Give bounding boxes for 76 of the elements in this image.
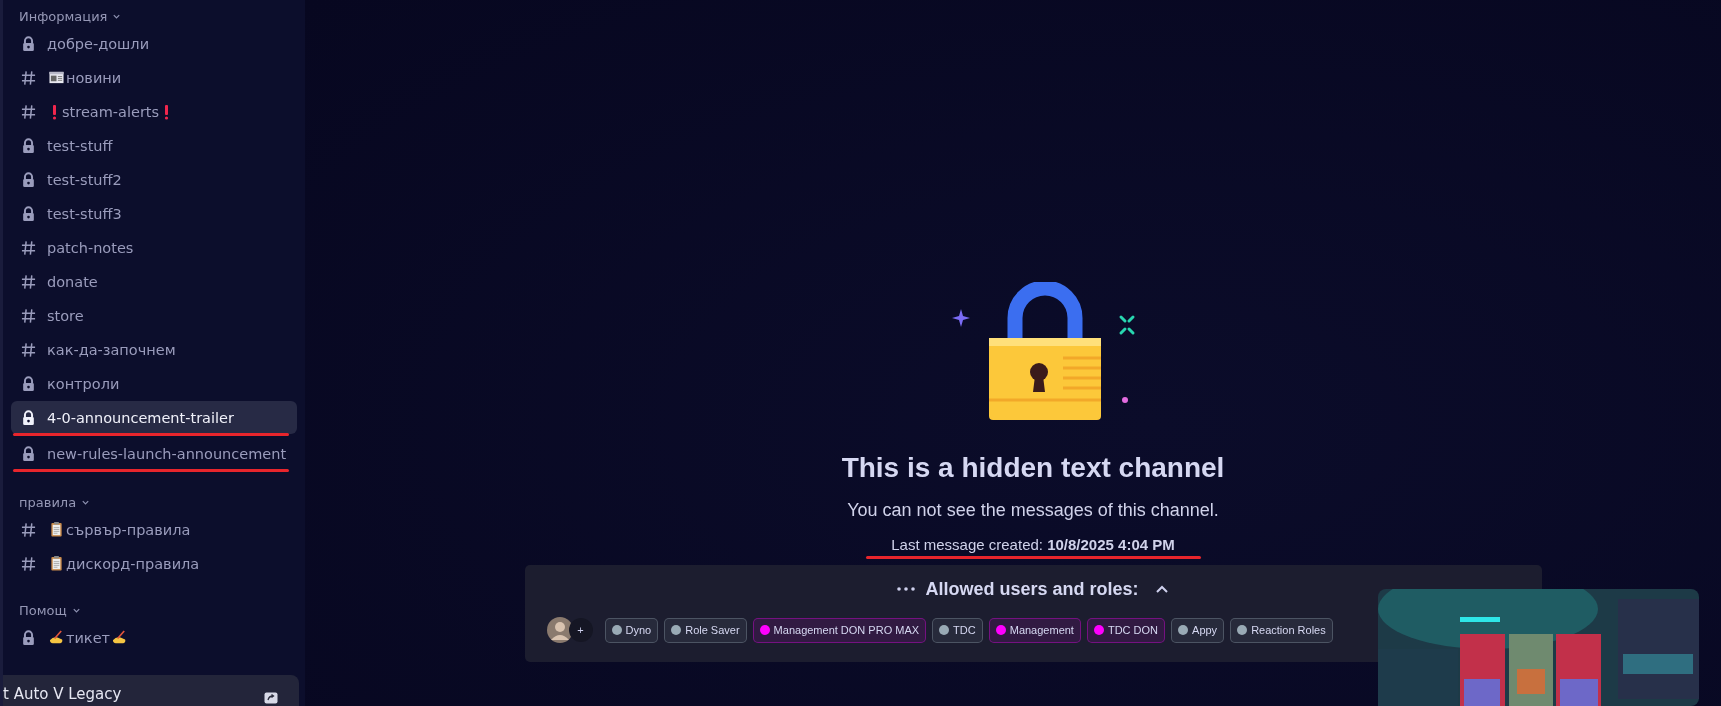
channel-name: stream-alerts [62, 103, 160, 120]
role-tag[interactable]: Role Saver [664, 617, 747, 643]
category-title[interactable]: Помощ [19, 602, 67, 618]
hash-icon [21, 239, 36, 256]
role-tag[interactable]: Management [988, 617, 1081, 643]
hidden-channel-title: This is a hidden text channel [841, 452, 1225, 484]
more-icon [897, 587, 916, 591]
category-title[interactable]: Информация [19, 8, 108, 24]
hidden-channel-subtitle: You can not see the messages of this channel. [847, 500, 1219, 521]
exclamation-icon [52, 103, 57, 120]
channel-item[interactable]: test-stuff [11, 129, 297, 162]
channel-item[interactable]: как-да-започнем [11, 333, 297, 366]
channel-name: новини [66, 69, 122, 86]
role-tag[interactable]: Dyno [604, 617, 659, 643]
chevron-icon[interactable] [1154, 584, 1169, 594]
last-message-info: Last message created: 10/8/2025 4:04 PM [891, 536, 1175, 553]
channel-name: store [47, 307, 84, 324]
hash-icon [21, 69, 36, 86]
channel-name: контроли [47, 375, 120, 392]
channel-name: тикет [66, 629, 110, 646]
clipboard-icon [49, 556, 64, 571]
channel-name: test-stuff2 [47, 171, 122, 188]
share-icon[interactable] [263, 692, 279, 704]
user-avatar[interactable] [546, 617, 573, 643]
channel-item[interactable]: 4-0-announcement-trailer [11, 401, 297, 434]
channel-name: дискорд-правила [66, 555, 200, 572]
channel-name: test-stuff [47, 137, 113, 154]
writing-hand-icon [112, 630, 127, 645]
hash-icon [21, 273, 36, 290]
channel-item[interactable]: test-stuff2 [11, 163, 297, 196]
hash-icon [21, 103, 36, 120]
channel-item[interactable]: добре-дошли [11, 27, 297, 60]
channel-name: сървър-правила [66, 521, 191, 538]
hash-icon [21, 521, 36, 538]
exclamation-icon [164, 103, 170, 120]
channel-item[interactable]: store [11, 299, 297, 332]
channel-item[interactable]: контроли [11, 367, 297, 400]
channel-name: test-stuff3 [47, 205, 122, 222]
channel-name: как-да-започнем [47, 341, 176, 358]
allowed-title: Allowed users and roles: [925, 578, 1139, 600]
channel-name: donate [47, 273, 98, 290]
role-tag[interactable]: TDC DON [1086, 617, 1166, 643]
role-tag[interactable]: TDC [932, 617, 983, 643]
channel-name: new-rules-launch-announcement [47, 445, 287, 462]
channel-item[interactable]: test-stuff3 [11, 197, 297, 230]
more-users-badge[interactable]: + [568, 618, 593, 642]
newspaper-icon [49, 70, 64, 85]
channel-item[interactable]: donate [11, 265, 297, 298]
channel-item[interactable]: дискорд-правила [11, 547, 297, 580]
channel-item[interactable]: stream-alerts [11, 95, 297, 128]
lock-icon [21, 137, 36, 154]
hash-icon [21, 555, 36, 572]
activity-title: t Auto V Legacy [3, 685, 122, 703]
channel-name: patch-notes [47, 239, 134, 256]
lock-icon [21, 445, 36, 462]
hash-icon [21, 341, 36, 358]
channel-item[interactable]: patch-notes [11, 231, 297, 264]
lock-icon [21, 375, 36, 392]
channel-item[interactable]: тикет [11, 621, 297, 654]
lock-icon [21, 629, 36, 646]
channel-item[interactable]: new-rules-launch-announcement [11, 437, 297, 470]
clipboard-icon [49, 522, 64, 537]
lock-icon [21, 35, 36, 52]
role-tag[interactable]: Reaction Roles [1230, 617, 1333, 643]
channel-name: 4-0-announcement-trailer [47, 409, 234, 426]
lock-icon [21, 205, 36, 222]
hash-icon [21, 307, 36, 324]
role-tag[interactable]: Management DON PRO MAX [752, 617, 927, 643]
lock-icon [21, 171, 36, 188]
channel-item[interactable]: новини [11, 61, 297, 94]
channel-name: добре-дошли [47, 35, 150, 52]
lock-icon [21, 409, 36, 426]
role-tag[interactable]: Appy [1171, 617, 1225, 643]
category-title[interactable]: правила [19, 494, 77, 510]
writing-hand-icon [49, 630, 64, 645]
channel-item[interactable]: сървър-правила [11, 513, 297, 546]
